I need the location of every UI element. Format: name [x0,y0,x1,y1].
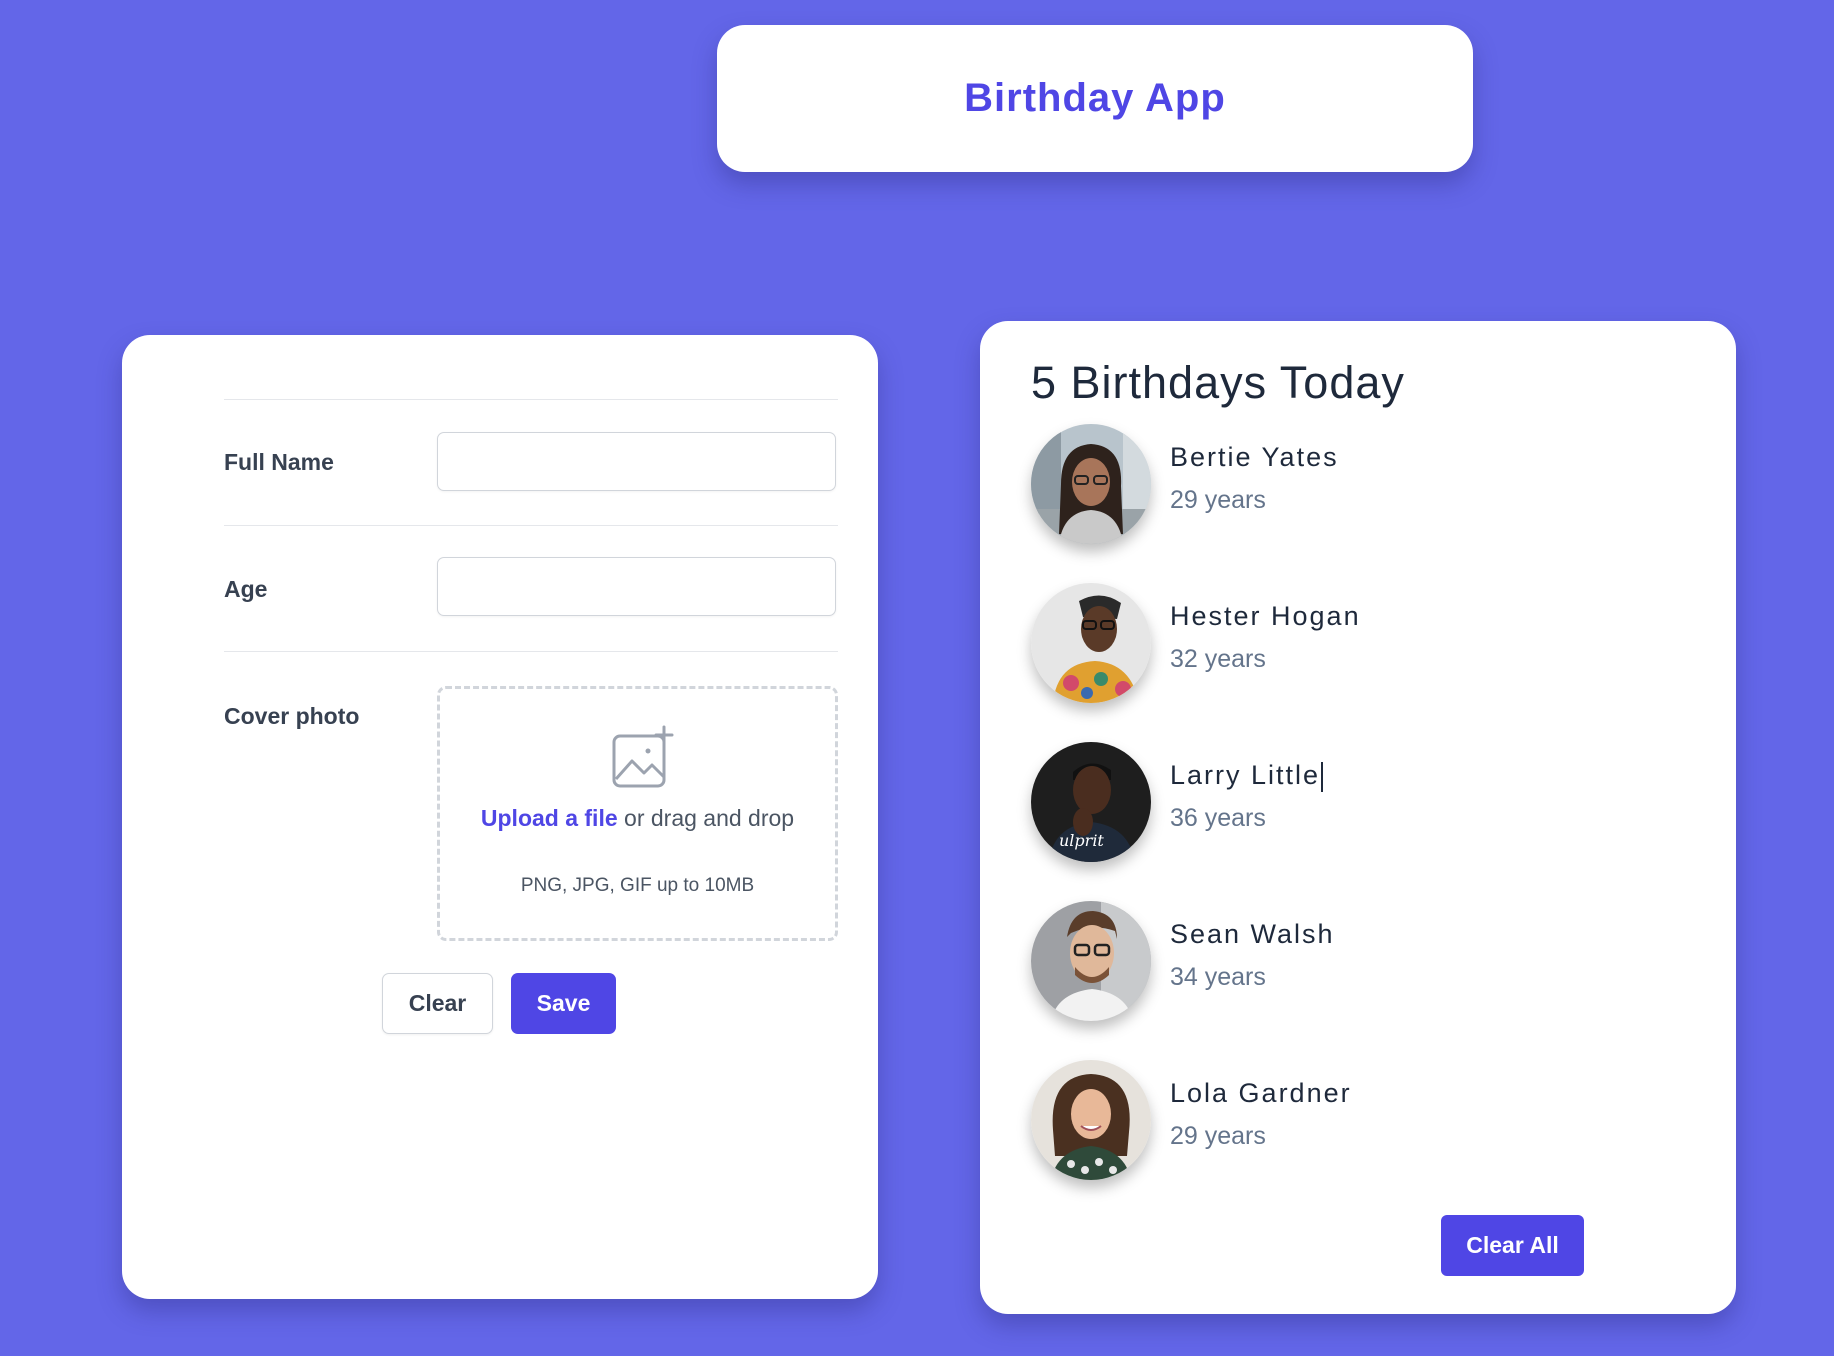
birthday-list-card: 5 Birthdays Today Bertie Yates 29 years [980,321,1736,1314]
person-name: Hester Hogan [1170,601,1361,631]
app-header: Birthday App [717,25,1473,172]
person-name: Lola Gardner [1170,1078,1352,1108]
clear-button[interactable]: Clear [382,973,493,1034]
upload-file-link[interactable]: Upload a file [481,805,618,831]
upload-hint: PNG, JPG, GIF up to 10MB [520,875,755,896]
person-age: 29 years [1170,486,1266,514]
person-age: 36 years [1170,804,1266,832]
person-name: Larry Little [1170,760,1324,792]
app-title: Birthday App [964,76,1226,120]
drag-drop-text: or drag and drop [617,805,795,831]
upload-instructions: Upload a file or drag and drop [440,805,835,832]
text-cursor [1321,761,1324,792]
form-divider [224,651,838,652]
age-input[interactable] [437,557,836,616]
avatar [1031,1060,1151,1180]
person-age: 32 years [1170,645,1266,673]
person-age: 29 years [1170,1122,1266,1150]
full-name-input[interactable] [437,432,836,491]
birthday-form-card: Full Name Age Cover photo Upload a file … [122,335,878,1299]
cover-photo-label: Cover photo [224,703,360,729]
list-item: Sean Walsh 34 years [1031,901,1631,1021]
image-add-icon [612,725,674,788]
clear-all-button[interactable]: Clear All [1441,1215,1584,1276]
form-divider [224,525,838,526]
person-name: Bertie Yates [1170,442,1339,472]
full-name-label: Full Name [224,449,334,475]
save-button[interactable]: Save [511,973,616,1034]
avatar [1031,583,1151,703]
avatar [1031,424,1151,544]
list-item: Bertie Yates 29 years [1031,424,1631,544]
cover-photo-dropzone[interactable]: Upload a file or drag and drop PNG, JPG,… [437,686,838,941]
list-item: Hester Hogan 32 years [1031,583,1631,703]
avatar [1031,901,1151,1021]
form-divider [224,399,838,400]
age-label: Age [224,576,268,602]
birthdays-title: 5 Birthdays Today [1031,357,1405,408]
avatar: ulprit [1031,742,1151,862]
list-item: ulprit Larry Little 36 years [1031,742,1631,862]
person-age: 34 years [1170,963,1266,991]
person-name: Sean Walsh [1170,919,1335,949]
list-item: Lola Gardner 29 years [1031,1060,1631,1180]
